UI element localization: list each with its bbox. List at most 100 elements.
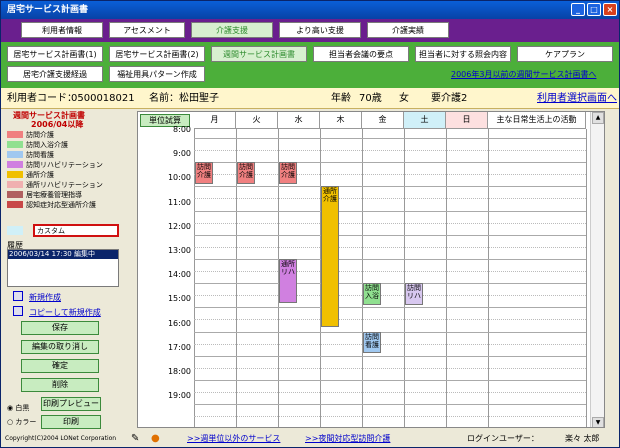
login-user: 楽々 太郎	[565, 434, 600, 443]
sub-tab-2[interactable]: 週間サービス計画書	[211, 46, 307, 62]
day-header-0: 月	[194, 112, 236, 129]
sub-tab-4[interactable]: 担当者に対する照会内容	[415, 46, 511, 62]
scroll-up-icon[interactable]: ▲	[592, 112, 604, 124]
legend-label: 居宅療養管理指導	[26, 191, 82, 199]
patient-name: 松田聖子	[179, 93, 219, 104]
legend-item: 訪問入浴介護	[7, 141, 68, 150]
day-header-1: 火	[236, 112, 278, 129]
schedule-event[interactable]: 訪問 介護	[237, 162, 255, 184]
color-label: カラー	[15, 418, 37, 426]
legend-label: 訪問介護	[26, 131, 54, 139]
app-window: 居宅サービス計画書 _ □ × 利用者情報 アセスメント 介護支援 より高い支援 介護実…	[0, 0, 620, 448]
sub-tab-row3-1[interactable]: 福祉用具パターン作成	[109, 66, 205, 82]
half-hour-line	[194, 222, 586, 224]
sub-tab-5[interactable]: ケアプラン	[517, 46, 613, 62]
new-doc-icon	[13, 291, 23, 301]
hour-line	[194, 186, 586, 188]
schedule-event[interactable]: 通所 介護	[321, 186, 339, 327]
hour-line	[194, 210, 586, 212]
nav-tab-2[interactable]: 介護支援	[191, 22, 273, 38]
copy-create-link[interactable]: コピーして新規作成	[29, 307, 101, 318]
sub-tab-row3-0[interactable]: 居宅介護支援経過	[7, 66, 103, 82]
print-button[interactable]: 印刷	[41, 415, 101, 429]
schedule-event[interactable]: 訪問 看護	[363, 331, 381, 354]
time-label: 18:00	[167, 367, 191, 376]
hour-line	[194, 307, 586, 309]
minimize-button[interactable]: _	[571, 3, 585, 16]
plan-period: 2006/04以降	[31, 120, 84, 129]
half-hour-line	[194, 271, 586, 272]
nav-tab-0[interactable]: 利用者情報	[21, 22, 103, 38]
day-header-2: 水	[278, 112, 320, 129]
half-hour-line	[194, 343, 586, 345]
delete-button[interactable]: 削除	[21, 378, 99, 392]
save-button[interactable]: 保存	[21, 321, 99, 335]
half-hour-line	[194, 198, 586, 200]
maximize-button[interactable]: □	[587, 3, 601, 16]
time-label: 9:00	[173, 149, 191, 159]
prev-plan-link[interactable]: 2006年3月以前の週間サービス計画書へ	[451, 69, 596, 80]
legend-swatch	[7, 141, 23, 148]
custom-swatch	[7, 226, 23, 235]
legend-item: 訪問介護	[7, 131, 54, 140]
time-label: 10:00	[167, 173, 191, 183]
day-header-3: 木	[320, 112, 362, 129]
custom-field[interactable]: カスタム	[33, 224, 119, 237]
legend-label: 訪問看護	[26, 151, 54, 159]
time-label: 14:00	[167, 270, 191, 280]
schedule-event[interactable]: 通所 リハ	[279, 259, 297, 303]
sub-tab-0[interactable]: 居宅サービス計画書(1)	[7, 46, 103, 62]
time-label: 11:00	[167, 197, 191, 207]
legend-item: 通所介護	[7, 171, 54, 180]
close-button[interactable]: ×	[603, 3, 617, 16]
login-label: ログインユーザー：	[467, 434, 539, 443]
half-hour-line	[194, 319, 586, 321]
legend-label: 通所リハビリテーション	[26, 181, 103, 189]
legend-item: 訪問看護	[7, 151, 54, 160]
time-label: 19:00	[167, 391, 191, 401]
schedule-event[interactable]: 訪問 介護	[279, 162, 297, 184]
cancel-edit-button[interactable]: 編集の取り消し	[21, 340, 99, 354]
sub-nav: 居宅サービス計画書(1) 居宅サービス計画書(2) 週間サービス計画書 担当者会議の要…	[1, 42, 619, 88]
legend-label: 訪問リハビリテーション	[26, 161, 103, 169]
nav-tab-1[interactable]: アセスメント	[109, 22, 185, 38]
legend-label: 訪問入浴介護	[26, 141, 68, 149]
sub-tab-3[interactable]: 担当者会議の要点	[313, 46, 409, 62]
window-title: 居宅サービス計画書	[7, 5, 89, 15]
non-weekly-link[interactable]: >>週単位以外のサービス	[187, 430, 280, 447]
left-panel: 週間サービス計画書 2006/04以降 訪問介護 訪問入浴介護 訪問看護 訪問リハビリ…	[1, 109, 133, 429]
night-visit-link[interactable]: >>夜間対応型訪問介護	[305, 430, 390, 447]
patient-gender: 女	[399, 93, 409, 104]
schedule-event[interactable]: 訪問 入浴	[363, 283, 381, 305]
history-item[interactable]: 2006/03/14 17:30 編集中	[8, 250, 118, 259]
legend-swatch	[7, 151, 23, 158]
hour-line	[194, 355, 586, 357]
mono-radio[interactable]: ◉ 白黒	[7, 403, 29, 413]
name-label: 名前：	[149, 93, 179, 104]
confirm-button[interactable]: 確定	[21, 359, 99, 373]
half-hour-line	[194, 295, 586, 297]
time-label: 13:00	[167, 246, 191, 255]
nav-tab-3[interactable]: より高い支援	[279, 22, 361, 38]
patient-select-link[interactable]: 利用者選択画面へ	[537, 88, 617, 109]
legend-item: 通所リハビリテーション	[7, 181, 103, 190]
half-hour-line	[194, 246, 586, 248]
history-list[interactable]: 2006/03/14 17:30 編集中	[7, 249, 119, 287]
sub-tab-1[interactable]: 居宅サービス計画書(2)	[109, 46, 205, 62]
scroll-down-icon[interactable]: ▼	[592, 417, 604, 427]
print-preview-button[interactable]: 印刷プレビュー	[41, 397, 101, 411]
hour-line	[194, 331, 586, 333]
legend-item: 訪問リハビリテーション	[7, 161, 103, 170]
tool-icon: ✎	[131, 433, 140, 444]
legend-swatch	[7, 161, 23, 168]
color-radio[interactable]: ○ カラー	[7, 417, 36, 427]
nav-tab-4[interactable]: 介護実績	[367, 22, 449, 38]
help-icon[interactable]: ●	[151, 430, 160, 447]
time-label: 8:00	[173, 125, 191, 134]
schedule-event[interactable]: 訪問 リハ	[405, 283, 423, 305]
hour-line	[194, 138, 586, 139]
hour-line	[194, 283, 586, 285]
new-create-link[interactable]: 新規作成	[29, 292, 61, 303]
schedule-event[interactable]: 訪問 介護	[195, 162, 213, 184]
vertical-scrollbar[interactable]: ▲ ▼	[590, 112, 604, 427]
